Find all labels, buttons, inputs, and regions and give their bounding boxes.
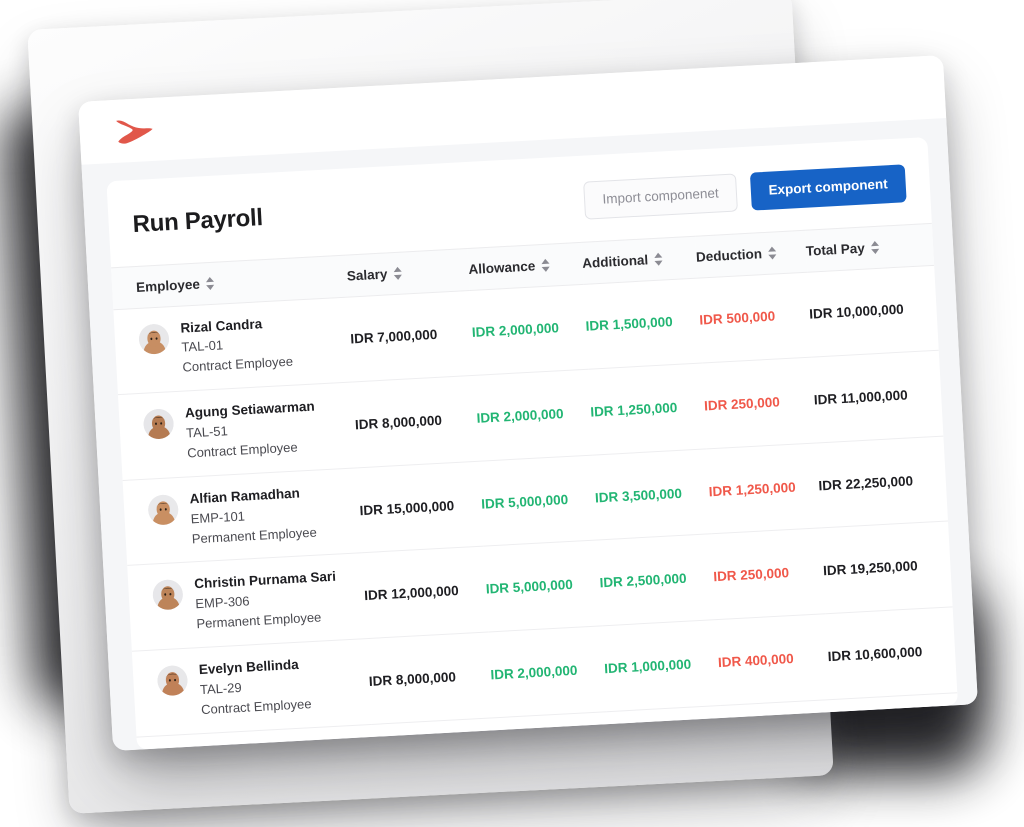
cell-total-pay xyxy=(830,692,958,750)
column-header-allowance[interactable]: Allowance xyxy=(467,241,584,290)
column-header-salary[interactable]: Salary xyxy=(345,248,470,297)
deduction-value: IDR 400,000 xyxy=(717,650,795,671)
total-pay-value: IDR 11,000,000 xyxy=(813,387,909,408)
employee-id: TAL-01 xyxy=(181,337,224,356)
column-label-salary: Salary xyxy=(346,265,388,284)
allowance-value: IDR 5,000,000 xyxy=(485,577,574,597)
cell-total-pay: IDR 10,000,000 xyxy=(806,264,939,358)
total-pay-value: IDR 22,250,000 xyxy=(818,472,914,494)
column-header-additional[interactable]: Additional xyxy=(581,235,698,284)
additional-value: IDR 1,500,000 xyxy=(585,314,674,335)
payroll-panel: Run Payroll Import componenet Export com… xyxy=(106,137,958,750)
deduction-value: IDR 250,000 xyxy=(712,565,790,585)
cell-additional: IDR 1,500,000 xyxy=(583,277,702,370)
cell-total-pay: IDR 11,000,000 xyxy=(811,350,944,443)
screenshot-stage: Run Payroll Import componenet Export com… xyxy=(0,0,1024,827)
app-window: Run Payroll Import componenet Export com… xyxy=(78,55,978,751)
table-body: Rizal Candra TAL-01 Contract Employee ID… xyxy=(113,264,958,750)
total-pay-value: IDR 10,000,000 xyxy=(808,301,905,322)
cell-additional: IDR 3,500,000 xyxy=(592,448,712,541)
header-actions: Import componenet Export component xyxy=(583,164,907,220)
employee-name: Evelyn Bellinda xyxy=(198,656,300,678)
cell-deduction: IDR 250,000 xyxy=(701,357,817,449)
chevron-right-logo[interactable] xyxy=(111,114,157,146)
cell-employee: Alfian Ramadhan EMP-101 Permanent Employ… xyxy=(122,467,362,566)
salary-value: IDR 8,000,000 xyxy=(354,412,443,433)
column-header-total-pay[interactable]: Total Pay xyxy=(804,222,935,272)
cell-deduction: IDR 400,000 xyxy=(715,613,831,706)
cell-deduction: IDR 250,000 xyxy=(711,528,826,620)
cell-employee: Rizal Candra TAL-01 Contract Employee xyxy=(113,296,353,395)
sort-arrows-icon[interactable] xyxy=(654,252,663,265)
employment-type: Permanent Employee xyxy=(191,524,318,546)
column-header-deduction[interactable]: Deduction xyxy=(694,229,807,278)
salary-value: IDR 12,000,000 xyxy=(363,583,460,604)
allowance-value: IDR 2,000,000 xyxy=(490,662,578,683)
cell-employee: Evelyn Bellinda TAL-29 Contract Employee xyxy=(131,638,372,737)
employee-name: Rizal Candra xyxy=(180,315,263,336)
cell-allowance: IDR 5,000,000 xyxy=(483,540,602,633)
employee-id: TAL-29 xyxy=(199,679,243,698)
cell-total-pay: IDR 22,250,000 xyxy=(816,435,949,529)
perspective-wrapper: Run Payroll Import componenet Export com… xyxy=(0,0,1024,827)
sort-arrows-icon[interactable] xyxy=(393,266,402,279)
page-title: Run Payroll xyxy=(132,203,264,238)
cell-salary: IDR 15,000,000 xyxy=(357,461,484,554)
deduction-value: IDR 1,250,000 xyxy=(708,479,797,499)
avatar xyxy=(147,493,180,526)
avatar xyxy=(142,408,175,440)
cell-salary: IDR 12,000,000 xyxy=(361,546,489,639)
deduction-value: IDR 500,000 xyxy=(699,308,776,328)
employment-type: Contract Employee xyxy=(186,439,299,461)
salary-value: IDR 8,000,000 xyxy=(368,669,457,689)
cell-allowance: IDR 2,000,000 xyxy=(469,283,589,376)
cell-deduction: IDR 500,000 xyxy=(697,271,812,364)
sort-arrows-icon[interactable] xyxy=(870,240,879,253)
allowance-value: IDR 2,000,000 xyxy=(471,320,560,341)
total-pay-value: IDR 10,600,000 xyxy=(827,644,923,665)
cell-additional: IDR 2,500,000 xyxy=(597,534,716,626)
import-component-button[interactable]: Import componenet xyxy=(583,173,738,220)
cell-employee: Christin Purnama Sari EMP-306 Permanent … xyxy=(127,553,367,652)
allowance-value: IDR 5,000,000 xyxy=(480,491,569,512)
avatar xyxy=(156,664,189,697)
column-label-deduction: Deduction xyxy=(695,245,763,265)
cell-salary: IDR 8,000,000 xyxy=(366,632,493,725)
avatar xyxy=(138,322,170,355)
column-label-allowance: Allowance xyxy=(468,257,536,277)
employment-type: Contract Employee xyxy=(200,696,312,718)
sort-arrows-icon[interactable] xyxy=(541,258,550,271)
column-label-employee: Employee xyxy=(135,276,201,295)
total-pay-value: IDR 19,250,000 xyxy=(822,558,919,579)
cell-allowance: IDR 2,000,000 xyxy=(488,625,607,718)
page-canvas: Run Payroll Import componenet Export com… xyxy=(81,117,978,751)
column-label-total-pay: Total Pay xyxy=(805,240,866,259)
cell-employee: Agung Setiawarman TAL-51 Contract Employ… xyxy=(117,382,358,481)
deduction-value: IDR 250,000 xyxy=(703,394,781,414)
sort-arrows-icon[interactable] xyxy=(205,276,214,289)
additional-value: IDR 3,500,000 xyxy=(594,485,683,506)
sort-arrows-icon[interactable] xyxy=(768,246,777,259)
avatar xyxy=(152,579,184,612)
cell-additional: IDR 1,000,000 xyxy=(601,619,721,712)
cell-salary: IDR 8,000,000 xyxy=(352,375,479,468)
employment-type: Contract Employee xyxy=(182,353,294,375)
additional-value: IDR 1,000,000 xyxy=(603,656,692,677)
cell-salary: IDR 7,000,000 xyxy=(348,289,475,383)
salary-value: IDR 7,000,000 xyxy=(349,327,438,347)
cell-allowance: IDR 2,000,000 xyxy=(474,369,593,462)
cell-total-pay: IDR 19,250,000 xyxy=(820,521,953,614)
salary-value: IDR 15,000,000 xyxy=(359,497,455,518)
export-component-button[interactable]: Export component xyxy=(749,164,907,211)
additional-value: IDR 1,250,000 xyxy=(589,399,678,420)
cell-additional: IDR 1,250,000 xyxy=(588,363,707,455)
employment-type: Permanent Employee xyxy=(196,609,322,632)
additional-value: IDR 2,500,000 xyxy=(599,570,687,591)
cell-deduction: IDR 1,250,000 xyxy=(706,442,821,535)
column-label-additional: Additional xyxy=(581,251,649,271)
allowance-value: IDR 2,000,000 xyxy=(476,406,564,426)
cell-allowance: IDR 5,000,000 xyxy=(478,454,598,547)
cell-total-pay: IDR 10,600,000 xyxy=(825,606,958,700)
payroll-table: Employee Salary Allowance Additional Ded… xyxy=(111,222,958,750)
